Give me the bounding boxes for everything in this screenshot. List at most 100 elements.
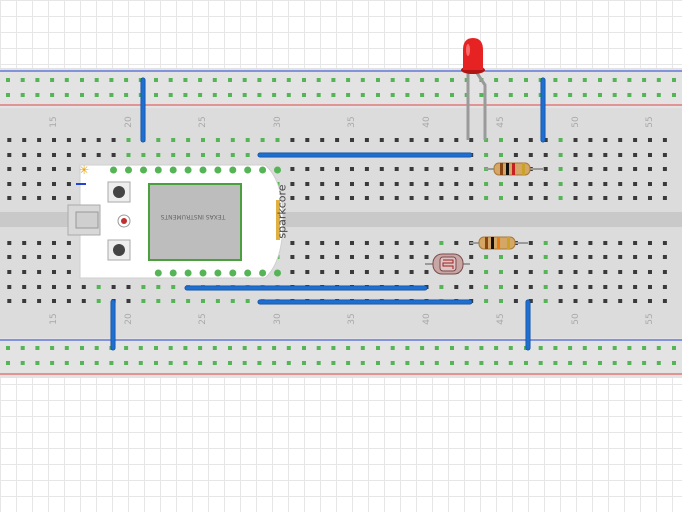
hole <box>528 153 533 157</box>
rail-hole <box>94 78 99 82</box>
hole <box>454 285 459 289</box>
rail-hole <box>331 78 336 82</box>
hole <box>439 196 444 200</box>
rail-hole <box>64 346 69 350</box>
rail-hole <box>494 361 499 365</box>
hole <box>573 138 578 142</box>
hole <box>305 196 310 200</box>
hole <box>394 138 399 142</box>
hole <box>22 182 27 186</box>
rail-hole <box>168 361 173 365</box>
hole <box>558 299 563 303</box>
rail-hole <box>198 78 203 82</box>
hole <box>558 196 563 200</box>
rail-hole <box>183 346 188 350</box>
mode-button-cap <box>113 244 125 256</box>
rail-hole <box>302 361 306 365</box>
hole <box>22 153 27 157</box>
hole <box>7 255 12 259</box>
rail-hole <box>464 346 469 350</box>
rail-hole <box>50 346 55 350</box>
hole <box>424 167 429 171</box>
hole <box>141 285 146 289</box>
hole <box>618 167 623 171</box>
hole <box>7 182 12 186</box>
hole <box>364 241 369 245</box>
rail-hole <box>479 346 484 350</box>
rail-hole <box>346 93 351 97</box>
hole <box>662 182 667 186</box>
hole <box>394 255 399 259</box>
hole <box>7 196 12 200</box>
rail-hole <box>228 346 232 350</box>
hole <box>648 167 652 171</box>
hole <box>618 299 623 303</box>
hole <box>528 270 533 274</box>
rail-hole <box>212 78 217 82</box>
reset-button-cap <box>113 186 125 198</box>
hole <box>499 299 503 303</box>
core-pin <box>199 166 207 174</box>
rail-hole <box>656 346 661 350</box>
hole <box>648 299 652 303</box>
hole <box>379 241 384 245</box>
hole <box>66 270 71 274</box>
rail-hole <box>494 93 499 97</box>
rail-hole <box>612 361 617 365</box>
hole <box>141 153 146 157</box>
hole <box>335 196 340 200</box>
hole <box>648 196 652 200</box>
hole <box>22 270 27 274</box>
core-pin <box>274 166 281 174</box>
rail-hole <box>508 78 513 82</box>
rail-hole <box>316 78 321 82</box>
hole <box>662 196 667 200</box>
rail-hole <box>420 93 425 97</box>
hole <box>603 285 608 289</box>
rail-hole <box>672 361 676 365</box>
resistor-band <box>500 163 503 175</box>
rail-hole <box>494 78 499 82</box>
hole <box>409 182 414 186</box>
rail-hole <box>405 93 410 97</box>
hole <box>528 182 533 186</box>
rail-hole <box>672 93 676 97</box>
hole <box>305 138 310 142</box>
rail-hole <box>316 93 321 97</box>
rail-hole <box>168 346 173 350</box>
rail-hole <box>642 361 647 365</box>
hole <box>499 255 503 259</box>
hole <box>7 138 12 142</box>
rail-hole <box>124 93 129 97</box>
hole <box>186 138 191 142</box>
rail-hole <box>405 346 410 350</box>
core-pin <box>214 166 222 174</box>
hole <box>156 299 161 303</box>
hole <box>662 241 667 245</box>
hole <box>37 299 42 303</box>
hole <box>484 196 489 200</box>
hole <box>81 285 86 289</box>
hole <box>469 255 474 259</box>
hole <box>618 182 623 186</box>
hole <box>499 270 503 274</box>
rail-hole <box>124 346 129 350</box>
rail-hole <box>598 346 602 350</box>
rail-hole <box>642 346 647 350</box>
rail-hole <box>524 361 528 365</box>
rail-hole <box>35 78 40 82</box>
hole <box>111 138 116 142</box>
hole <box>469 285 474 289</box>
hole <box>409 270 414 274</box>
hole <box>633 285 638 289</box>
rail-hole <box>331 346 336 350</box>
board-marker <box>76 183 86 185</box>
rail-hole <box>272 346 277 350</box>
rail-hole <box>553 361 558 365</box>
rail-hole <box>20 361 25 365</box>
hole <box>66 299 71 303</box>
hole <box>305 255 310 259</box>
hole <box>588 241 593 245</box>
rail-hole <box>316 361 321 365</box>
hole <box>662 285 667 289</box>
